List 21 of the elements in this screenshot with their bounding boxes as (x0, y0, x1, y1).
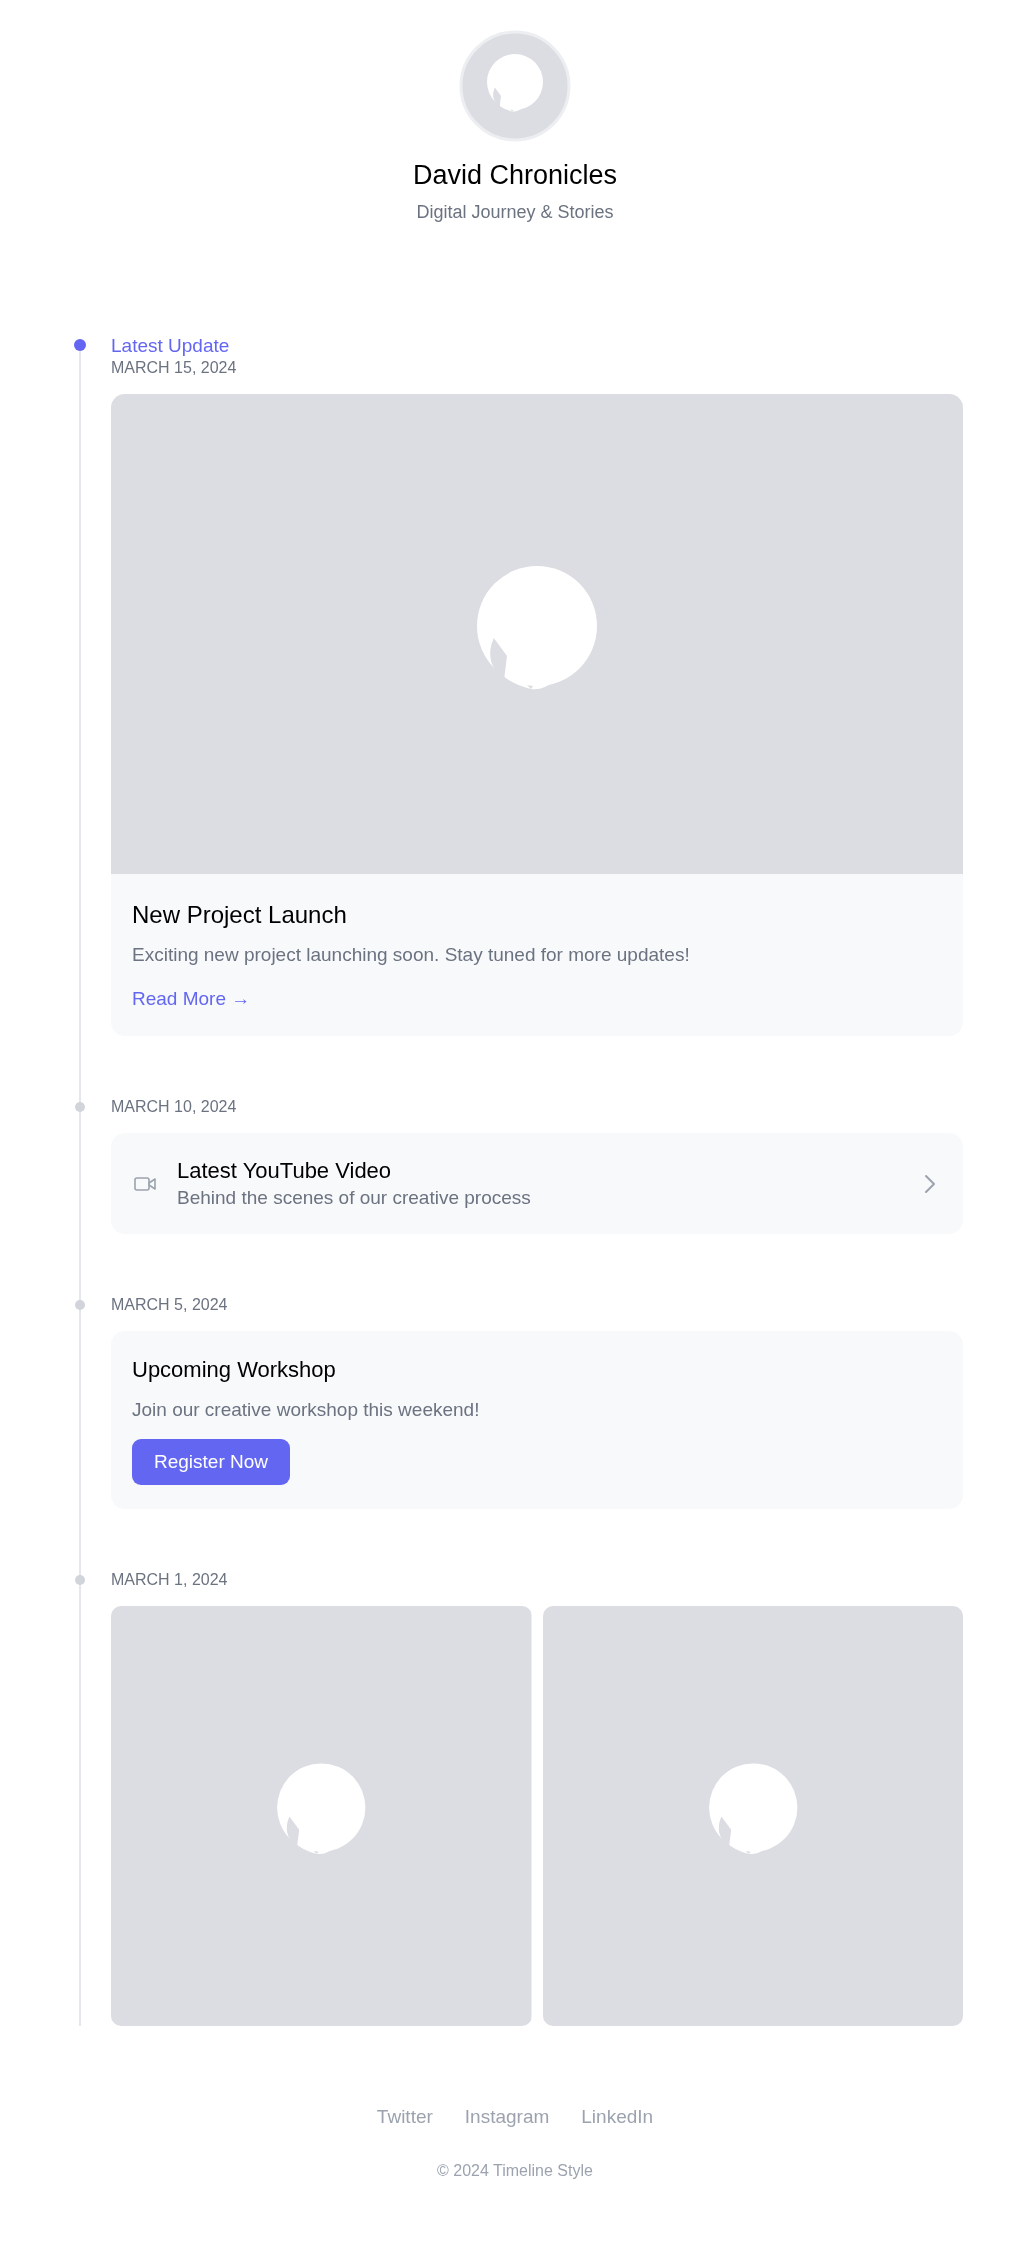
profile-tagline: Digital Journey & Stories (416, 201, 614, 224)
entry-date: MARCH 10, 2024 (111, 1097, 238, 1117)
entry-date: MARCH 15, 2024 (111, 358, 238, 378)
entry-date: MARCH 1, 2024 (111, 1570, 229, 1590)
read-more-link[interactable]: Read More → (132, 986, 251, 1012)
post-title: New Project Launch (132, 900, 348, 930)
profile-name: David Chronicles (412, 159, 618, 192)
footer-link[interactable]: LinkedIn (581, 2106, 654, 2128)
footer-link[interactable]: Instagram (464, 2106, 550, 2128)
video-card[interactable]: Latest YouTube Video Behind the scenes of our creative process (111, 1133, 963, 1234)
event-title: Upcoming Workshop (132, 1356, 337, 1384)
entry-date: MARCH 5, 2024 (111, 1295, 229, 1315)
video-title: Latest YouTube Video (177, 1157, 393, 1185)
footer-link[interactable]: Twitter (376, 2106, 433, 2128)
video-description: Behind the scenes of our creative process (177, 1186, 532, 1210)
post-text: Exciting new project launching soon. Stay tuned for more updates! (132, 943, 691, 967)
copyright-text: © 2024 Timeline Style (437, 2162, 593, 2180)
entry-label: Latest Update (111, 334, 231, 358)
chevron-right-icon (923, 1172, 937, 1196)
register-button[interactable]: Register Now (132, 1439, 291, 1485)
event-text: Join our creative workshop this weekend! (132, 1398, 481, 1422)
